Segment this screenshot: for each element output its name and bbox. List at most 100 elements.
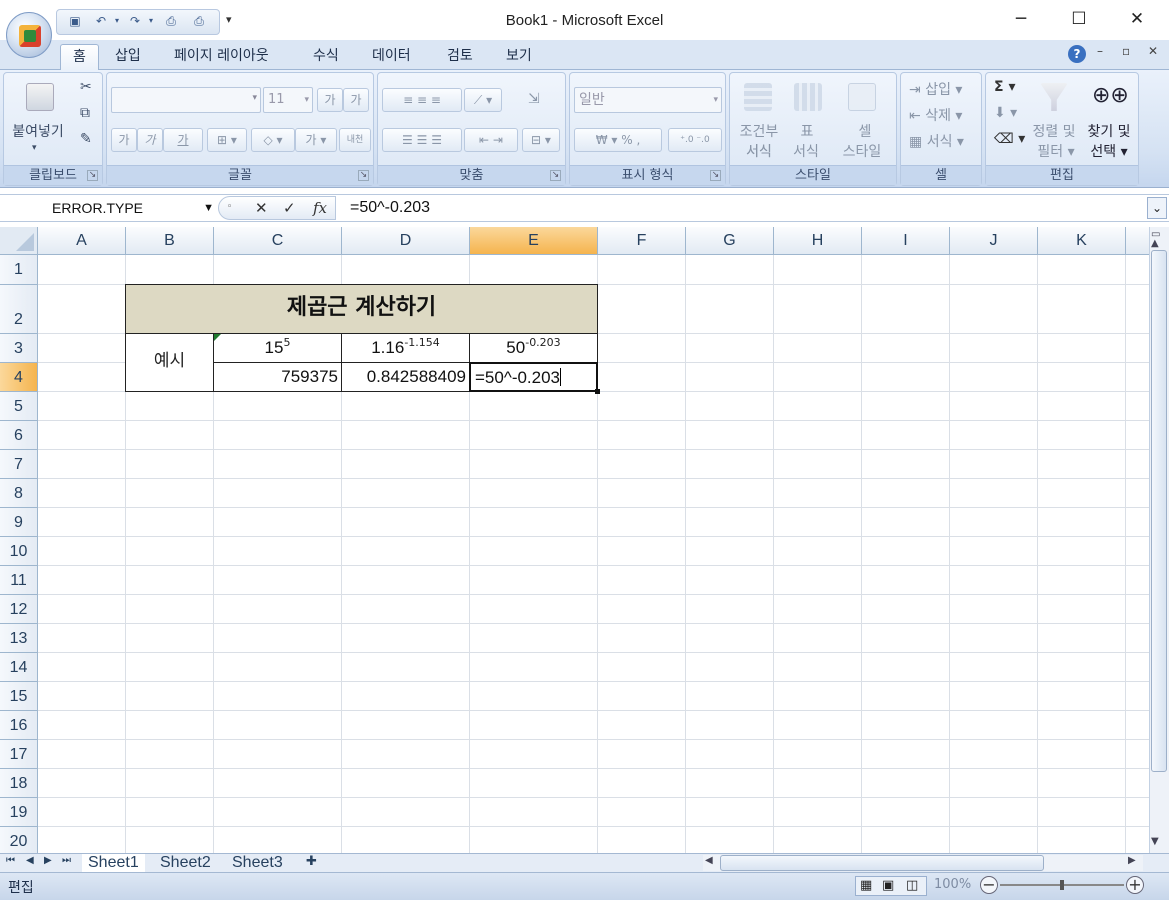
sort-filter-icon[interactable] bbox=[1040, 83, 1068, 111]
last-sheet-icon[interactable]: ⏭ bbox=[62, 855, 71, 866]
font-name-box[interactable]: ▾ bbox=[111, 87, 261, 113]
row-header-9[interactable]: 9 bbox=[0, 508, 38, 537]
row-header-7[interactable]: 7 bbox=[0, 450, 38, 479]
column-header-h[interactable]: H bbox=[774, 227, 862, 255]
find-select-button[interactable]: 찾기 및 bbox=[1082, 121, 1136, 141]
workbook-close-icon[interactable]: ✕ bbox=[1148, 44, 1158, 58]
tab-insert[interactable]: 삽입 bbox=[103, 44, 153, 70]
row-header-20[interactable]: 20 bbox=[0, 827, 38, 854]
number-launcher-icon[interactable]: ↘ bbox=[710, 170, 721, 181]
bold-button[interactable]: 가 bbox=[111, 128, 137, 152]
number-format-box[interactable]: 일반 ▾ bbox=[574, 87, 722, 113]
name-box[interactable]: ERROR.TYPE ▼ bbox=[2, 197, 216, 219]
format-painter-icon[interactable]: ✎ bbox=[80, 131, 92, 147]
row-header-16[interactable]: 16 bbox=[0, 711, 38, 740]
column-header-f[interactable]: F bbox=[598, 227, 686, 255]
autosum-icon[interactable]: Σ ▾ bbox=[994, 79, 1015, 95]
close-button[interactable]: ✕ bbox=[1108, 0, 1166, 38]
binoculars-icon[interactable]: ⊕⊕ bbox=[1092, 83, 1129, 108]
workbook-restore-icon[interactable]: ▫ bbox=[1122, 44, 1130, 58]
first-sheet-icon[interactable]: ⏮ bbox=[6, 855, 15, 866]
grow-font-button[interactable]: 가 bbox=[317, 88, 343, 112]
name-box-dropdown-icon[interactable]: ▼ bbox=[203, 197, 214, 219]
wrap-text-icon[interactable]: ⇲ bbox=[528, 91, 540, 107]
zoom-in-icon[interactable]: + bbox=[1126, 876, 1144, 894]
enter-icon[interactable]: ✓ bbox=[283, 199, 296, 217]
font-size-box[interactable]: 11 ▾ bbox=[263, 87, 313, 113]
italic-button[interactable]: 가 bbox=[137, 128, 163, 152]
sheet-tab-3[interactable]: Sheet3 bbox=[232, 854, 283, 872]
row-header-8[interactable]: 8 bbox=[0, 479, 38, 508]
tab-view[interactable]: 보기 bbox=[494, 44, 544, 70]
column-header-a[interactable]: A bbox=[38, 227, 126, 255]
copy-icon[interactable]: ⧉ bbox=[80, 105, 90, 121]
zoom-level[interactable]: 100% bbox=[934, 877, 971, 892]
fill-color-button[interactable]: ◇ ▾ bbox=[251, 128, 295, 152]
scroll-right-icon[interactable]: ▶ bbox=[1128, 855, 1136, 866]
cell-styles-icon[interactable] bbox=[848, 83, 876, 111]
cell-c3[interactable]: 155 bbox=[213, 333, 342, 363]
shrink-font-button[interactable]: 가 bbox=[343, 88, 369, 112]
column-header-b[interactable]: B bbox=[126, 227, 214, 255]
office-button[interactable] bbox=[6, 12, 52, 58]
paste-dropdown-icon[interactable]: ▾ bbox=[32, 143, 37, 153]
column-header-g[interactable]: G bbox=[686, 227, 774, 255]
format-cells-button[interactable]: ▦ 서식 ▾ bbox=[909, 131, 964, 151]
sheet-tab-2[interactable]: Sheet2 bbox=[160, 854, 211, 872]
fill-handle[interactable] bbox=[595, 389, 600, 394]
cell-c4[interactable]: 759375 bbox=[213, 362, 342, 392]
scroll-up-icon[interactable]: ▲ bbox=[1151, 238, 1159, 249]
merge-center-button[interactable]: ⊟ ▾ bbox=[522, 128, 560, 152]
tab-review[interactable]: 검토 bbox=[435, 44, 485, 70]
column-header-c[interactable]: C bbox=[214, 227, 342, 255]
insert-cells-button[interactable]: ⇥ 삽입 ▾ bbox=[909, 79, 962, 99]
next-sheet-icon[interactable]: ▶ bbox=[44, 855, 52, 866]
conditional-formatting-icon[interactable] bbox=[744, 83, 772, 111]
tab-page-layout[interactable]: 페이지 레이아웃 bbox=[162, 44, 281, 70]
cell-e4-active[interactable]: =50^-0.203 bbox=[469, 362, 600, 394]
indent-buttons[interactable]: ⇤ ⇥ bbox=[464, 128, 518, 152]
row-header-17[interactable]: 17 bbox=[0, 740, 38, 769]
row-header-15[interactable]: 15 bbox=[0, 682, 38, 711]
select-all-button[interactable] bbox=[0, 227, 38, 255]
font-size-dropdown-icon[interactable]: ▾ bbox=[304, 88, 309, 112]
currency-percent-comma-buttons[interactable]: ₩ ▾ % , bbox=[574, 128, 662, 152]
tab-formulas[interactable]: 수식 bbox=[301, 44, 351, 70]
vertical-scroll-thumb[interactable] bbox=[1151, 250, 1167, 772]
fill-icon[interactable]: ⬇ ▾ bbox=[994, 105, 1017, 121]
insert-sheet-icon[interactable]: ✚ bbox=[306, 854, 317, 869]
tab-data[interactable]: 데이터 bbox=[360, 44, 423, 70]
help-icon[interactable]: ? bbox=[1068, 45, 1086, 63]
row-header-12[interactable]: 12 bbox=[0, 595, 38, 624]
column-header-i[interactable]: I bbox=[862, 227, 950, 255]
row-header-5[interactable]: 5 bbox=[0, 392, 38, 421]
column-header-e[interactable]: E bbox=[470, 227, 598, 255]
borders-button[interactable]: ⊞ ▾ bbox=[207, 128, 247, 152]
minimize-button[interactable]: ─ bbox=[992, 0, 1050, 38]
phonetic-button[interactable]: 내천 bbox=[339, 128, 371, 152]
clear-icon[interactable]: ⌫ ▾ bbox=[994, 131, 1025, 147]
orientation-button[interactable]: ⟋ ▾ bbox=[464, 88, 502, 112]
cancel-icon[interactable]: ✕ bbox=[255, 199, 268, 217]
horizontal-align-buttons[interactable]: ☰ ☰ ☰ bbox=[382, 128, 462, 152]
row-header-1[interactable]: 1 bbox=[0, 255, 38, 285]
example-label-cell[interactable]: 예시 bbox=[125, 333, 214, 392]
scroll-left-icon[interactable]: ◀ bbox=[705, 855, 713, 866]
column-header-d[interactable]: D bbox=[342, 227, 470, 255]
column-header-j[interactable]: J bbox=[950, 227, 1038, 255]
tab-home[interactable]: 홈 bbox=[60, 44, 99, 70]
font-name-dropdown-icon[interactable]: ▾ bbox=[252, 93, 257, 103]
row-header-14[interactable]: 14 bbox=[0, 653, 38, 682]
row-header-10[interactable]: 10 bbox=[0, 537, 38, 566]
row-header-19[interactable]: 19 bbox=[0, 798, 38, 827]
cell-styles-button[interactable]: 셀 bbox=[850, 121, 880, 141]
row-header-13[interactable]: 13 bbox=[0, 624, 38, 653]
expand-formula-icon[interactable]: ⌄ bbox=[1147, 197, 1167, 219]
workbook-minimize-icon[interactable]: – bbox=[1097, 44, 1103, 58]
prev-sheet-icon[interactable]: ◀ bbox=[26, 855, 34, 866]
zoom-out-icon[interactable]: − bbox=[980, 876, 998, 894]
clipboard-launcher-icon[interactable]: ↘ bbox=[87, 170, 98, 181]
row-header-4[interactable]: 4 bbox=[0, 363, 38, 392]
delete-cells-button[interactable]: ⇤ 삭제 ▾ bbox=[909, 105, 962, 125]
row-header-11[interactable]: 11 bbox=[0, 566, 38, 595]
